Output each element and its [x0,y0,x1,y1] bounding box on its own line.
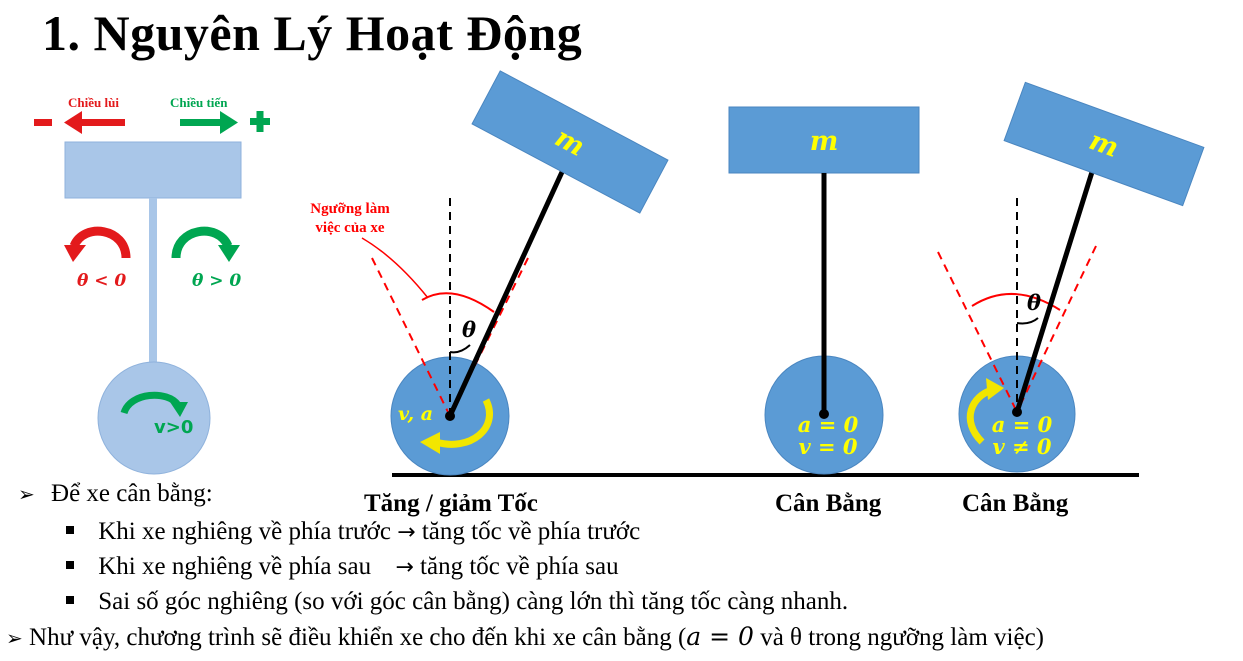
bullet-text: Như vậy, chương trình sẽ điều khiển xe c… [29,624,687,651]
math-expression: a = 0 [686,622,754,651]
theta-positive-label: θ > 0 [192,271,241,291]
theta-arc-1 [449,344,471,354]
square-bullet-icon [66,596,74,605]
backward-arrow-icon [64,111,125,134]
square-bullet-icon [66,561,74,570]
ccw-rotation-icon [64,226,131,262]
plus-icon [250,111,270,132]
pendulum-rod-1 [447,170,565,418]
mass-label-2: m [810,126,839,157]
square-bullet-icon [66,526,74,535]
threshold-label-line2: việc của xe [315,220,384,236]
right-arrow-icon: → [395,555,414,580]
pivot-1 [445,411,455,421]
minus-icon [34,119,52,126]
sub-bullet-2: Khi xe nghiêng về phía sau → tăng tốc về… [66,553,619,581]
wheel-velocity-label: v>0 [154,417,193,438]
legend-mass-block [64,141,242,199]
bullet-text: Để xe cân bằng: [51,480,213,507]
legend-rod [149,198,157,373]
sub-bullet-text: Khi xe nghiêng về phía sau [98,553,372,580]
wheel2-line2: v = 0 [798,434,857,459]
backward-label: Chiều lùi [68,95,119,110]
theta-arc-3 [1016,317,1039,325]
bullet-main-2: ➢ Như vậy, chương trình sẽ điều khiển xe… [6,622,1044,652]
forward-label: Chiều tiến [170,95,228,110]
mass-block-3: m [1003,81,1205,207]
cw-rotation-icon [171,226,240,262]
bullet-main-1: ➢ Để xe cân bằng: [18,480,213,508]
caption-balance-1: Cân Bằng [775,490,882,517]
wheel3-line2: v ≠ 0 [992,434,1051,459]
right-arrow-icon: → [397,520,416,545]
forward-arrow-icon [180,111,238,134]
threshold-label-line1: Ngưỡng làm [310,201,390,217]
sub-bullet-result: tăng tốc về phía sau [420,553,619,580]
caption-balance-2: Cân Bằng [962,490,1069,517]
bullet-marker-icon: ➢ [18,482,35,506]
caption-accel: Tăng / giảm Tốc [364,490,538,517]
theta-label-1: θ [462,317,476,342]
threshold-pointer-icon [361,237,429,299]
wheel-label-accel: v, a [398,403,433,425]
sub-bullet-result: tăng tốc về phía trước [421,518,641,545]
sub-bullet-text: Khi xe nghiêng về phía trước [98,518,391,545]
sub-bullet-text: Sai số góc nghiêng (so với góc cân bằng)… [98,588,849,615]
bullet-text-end: và θ trong ngưỡng làm việc) [753,624,1045,651]
sub-bullet-3: Sai số góc nghiêng (so với góc cân bằng)… [66,588,848,616]
theta-negative-label: θ < 0 [77,271,126,291]
bullet-marker-icon: ➢ [6,626,23,650]
theta-label-3: θ [1027,290,1041,315]
mass-block-1: m [471,70,669,214]
sub-bullet-1: Khi xe nghiêng về phía trước → tăng tốc … [66,518,640,546]
threshold-arc-1 [421,292,495,313]
